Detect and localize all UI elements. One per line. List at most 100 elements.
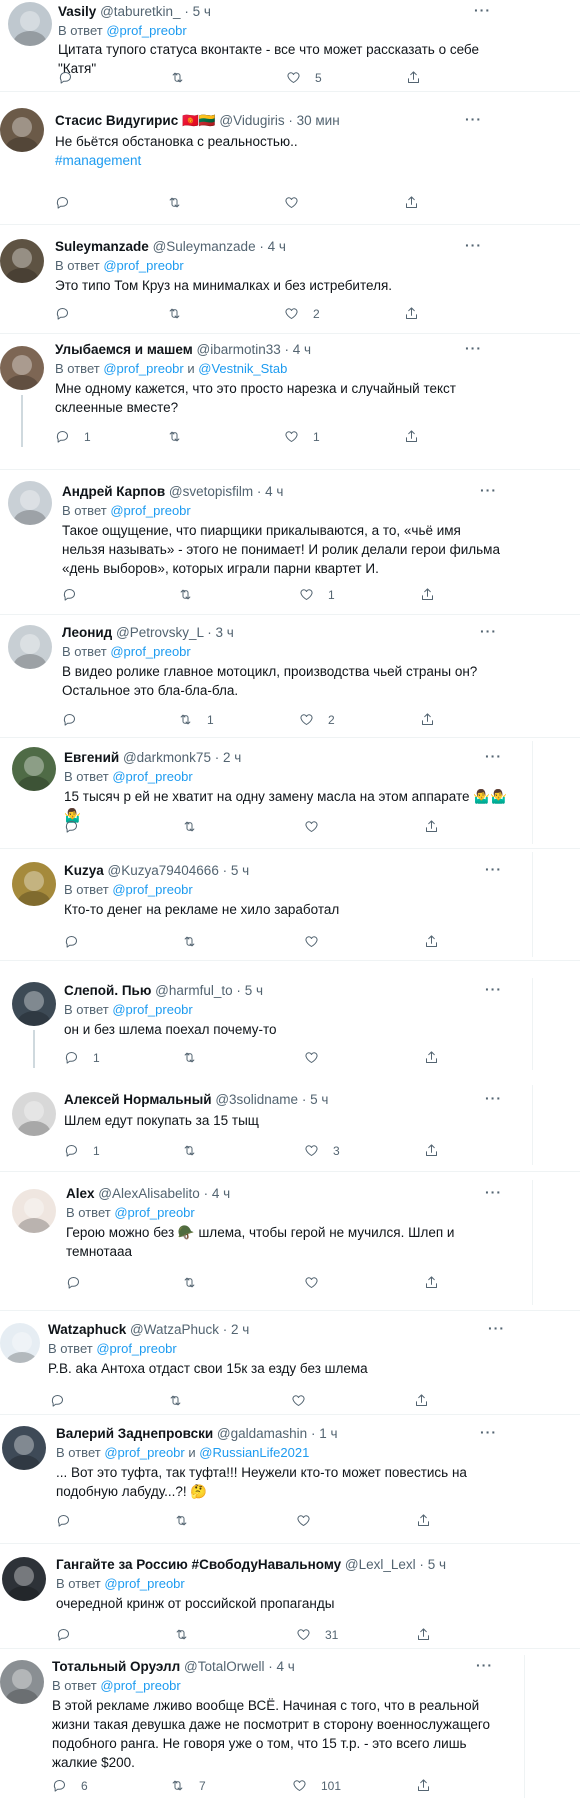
user-handle[interactable]: @Petrovsky_L [116, 625, 204, 640]
mention-link[interactable]: @prof_preobr [112, 769, 192, 784]
user-handle[interactable]: @galdamashin [217, 1426, 307, 1441]
tweet-slepoy[interactable]: Слепой. Пью @harmful_to · 5 ч ··· В отве… [0, 978, 580, 1070]
share-button[interactable] [420, 587, 435, 602]
tweet-vasily[interactable]: Vasily @taburetkin_ · 5 ч ··· В ответ @p… [0, 0, 580, 86]
mention-link[interactable]: @prof_preobr [103, 258, 183, 273]
user-handle[interactable]: @taburetkin_ [100, 4, 181, 19]
avatar[interactable] [12, 747, 56, 791]
mention-link[interactable]: @prof_preobr [106, 23, 186, 38]
timestamp[interactable]: 2 ч [231, 1322, 249, 1337]
hashtag-link[interactable]: #management [55, 153, 141, 168]
user-handle[interactable]: @WatzaPhuck [130, 1322, 219, 1337]
like-button[interactable]: 101 [292, 1778, 341, 1793]
like-button[interactable] [284, 195, 313, 210]
share-button[interactable] [424, 819, 439, 834]
avatar[interactable] [12, 982, 56, 1026]
share-button[interactable] [416, 1778, 431, 1793]
more-options-icon[interactable]: ··· [480, 623, 497, 639]
user-name[interactable]: Алексей Нормальный [64, 1092, 212, 1107]
like-button[interactable] [304, 1275, 333, 1290]
retweet-button[interactable] [182, 1050, 211, 1065]
retweet-button[interactable] [167, 195, 196, 210]
more-options-icon[interactable]: ··· [465, 340, 482, 356]
more-options-icon[interactable]: ··· [465, 237, 482, 253]
share-button[interactable] [424, 1050, 439, 1065]
like-button[interactable]: 1 [299, 587, 335, 602]
reply-button[interactable]: 1 [55, 429, 91, 444]
mention-link[interactable]: @prof_preobr [96, 1341, 176, 1356]
avatar[interactable] [0, 1323, 40, 1363]
more-options-icon[interactable]: ··· [474, 2, 491, 18]
like-button[interactable]: 5 [286, 70, 322, 85]
retweet-button[interactable] [174, 1627, 203, 1642]
user-name[interactable]: Стасис Видугирис [55, 113, 178, 128]
avatar[interactable] [8, 625, 52, 669]
like-button[interactable]: 2 [299, 712, 335, 727]
user-name[interactable]: Андрей Карпов [62, 484, 165, 499]
timestamp[interactable]: 30 мин [297, 113, 340, 128]
retweet-button[interactable]: 7 [170, 1778, 206, 1793]
reply-button[interactable] [58, 70, 87, 85]
user-handle[interactable]: @harmful_to [155, 983, 233, 998]
tweet-valeriy[interactable]: Валерий Заднепровски @galdamashin · 1 ч … [0, 1421, 580, 1551]
user-handle[interactable]: @darkmonk75 [123, 750, 211, 765]
like-button[interactable] [304, 1050, 333, 1065]
tweet-stasis[interactable]: Стасис Видугирис 🇰🇬🇱🇹 @Vidugiris · 30 ми… [0, 107, 580, 217]
tweet-ulybaemsya[interactable]: Улыбаемся и машем @ibarmotin33 · 4 ч ···… [0, 339, 580, 449]
timestamp[interactable]: 3 ч [216, 625, 234, 640]
like-button[interactable]: 2 [284, 306, 320, 321]
user-handle[interactable]: @Kuzya79404666 [108, 863, 219, 878]
user-name[interactable]: Улыбаемся и машем [55, 342, 193, 357]
avatar[interactable] [2, 1426, 46, 1470]
mention-link[interactable]: @prof_preobr [112, 1002, 192, 1017]
tweet-aleksey[interactable]: Алексей Нормальный @3solidname · 5 ч ···… [0, 1085, 580, 1165]
reply-button[interactable]: 1 [64, 1143, 100, 1158]
more-options-icon[interactable]: ··· [485, 861, 502, 877]
share-button[interactable] [420, 712, 435, 727]
user-handle[interactable]: @ibarmotin33 [196, 342, 280, 357]
retweet-button[interactable] [168, 1393, 197, 1408]
avatar[interactable] [12, 862, 56, 906]
retweet-button[interactable] [167, 306, 196, 321]
reply-button[interactable] [62, 712, 91, 727]
tweet-watzaphuck[interactable]: Watzaphuck @WatzaPhuck · 2 ч ··· В ответ… [0, 1318, 580, 1415]
user-handle[interactable]: @TotalOrwell [184, 1659, 264, 1674]
user-name[interactable]: Слепой. Пью [64, 983, 151, 998]
user-handle[interactable]: @3solidname [215, 1092, 298, 1107]
timestamp[interactable]: 5 ч [245, 983, 263, 998]
mention-link[interactable]: @Vestnik_Stab [198, 361, 287, 376]
more-options-icon[interactable]: ··· [485, 981, 502, 997]
retweet-button[interactable] [182, 1143, 211, 1158]
more-options-icon[interactable]: ··· [480, 482, 497, 498]
tweet-evgeniy[interactable]: Евгений @darkmonk75 · 2 ч ··· В ответ @p… [0, 741, 580, 844]
share-button[interactable] [414, 1393, 429, 1408]
avatar[interactable] [12, 1189, 56, 1233]
user-handle[interactable]: @Suleymanzade [153, 239, 256, 254]
user-name[interactable]: Евгений [64, 750, 119, 765]
avatar[interactable] [8, 2, 52, 46]
share-button[interactable] [404, 306, 419, 321]
reply-button[interactable] [62, 587, 91, 602]
more-options-icon[interactable]: ··· [488, 1320, 505, 1336]
user-name[interactable]: Леонид [62, 625, 112, 640]
reply-button[interactable] [50, 1393, 79, 1408]
user-handle[interactable]: @svetopisfilm [169, 484, 253, 499]
timestamp[interactable]: 5 ч [310, 1092, 328, 1107]
user-name[interactable]: Vasily [58, 4, 96, 19]
retweet-button[interactable]: 1 [178, 712, 214, 727]
share-button[interactable] [424, 1143, 439, 1158]
mention-link[interactable]: @RussianLife2021 [199, 1445, 309, 1460]
avatar[interactable] [0, 108, 44, 152]
share-button[interactable] [424, 934, 439, 949]
retweet-button[interactable] [178, 587, 207, 602]
avatar[interactable] [12, 1092, 56, 1136]
retweet-button[interactable] [182, 934, 211, 949]
user-name[interactable]: Watzaphuck [48, 1322, 126, 1337]
timestamp[interactable]: 4 ч [212, 1186, 230, 1201]
more-options-icon[interactable]: ··· [485, 1184, 502, 1200]
retweet-button[interactable] [170, 70, 199, 85]
like-button[interactable] [304, 934, 333, 949]
like-button[interactable]: 31 [296, 1627, 338, 1642]
reply-button[interactable] [64, 819, 93, 834]
user-handle[interactable]: @Vidugiris [219, 113, 284, 128]
